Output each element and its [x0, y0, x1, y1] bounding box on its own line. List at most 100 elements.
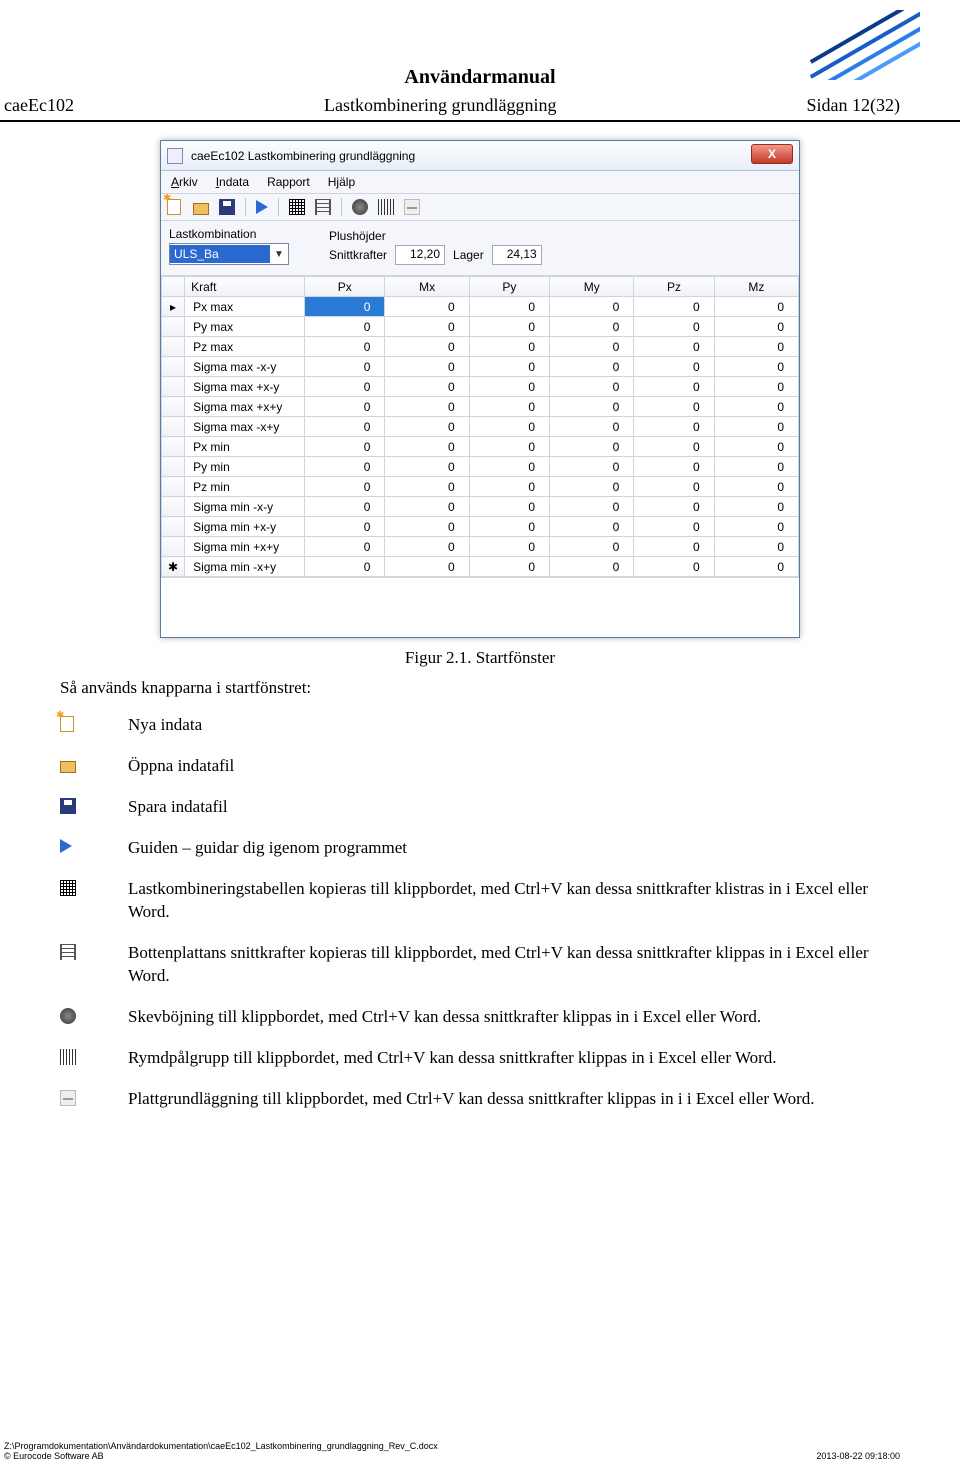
cell-value[interactable]: 0 [634, 397, 714, 417]
cell-value[interactable]: 0 [634, 417, 714, 437]
cell-value[interactable]: 0 [634, 377, 714, 397]
row-name[interactable]: Px max [185, 297, 305, 317]
cell-value[interactable]: 0 [385, 457, 469, 477]
row-name[interactable]: Sigma max +x-y [185, 377, 305, 397]
cell-value[interactable]: 0 [385, 477, 469, 497]
column-header[interactable]: Pz [634, 277, 714, 297]
cell-value[interactable]: 0 [385, 517, 469, 537]
cell-value[interactable]: 0 [550, 457, 634, 477]
cell-value[interactable]: 0 [550, 297, 634, 317]
column-header[interactable]: My [550, 277, 634, 297]
cell-value[interactable]: 0 [305, 337, 385, 357]
cell-value[interactable]: 0 [714, 397, 798, 417]
cell-value[interactable]: 0 [385, 297, 469, 317]
cell-value[interactable]: 0 [469, 397, 549, 417]
cell-value[interactable]: 0 [634, 317, 714, 337]
plate-icon[interactable] [404, 199, 420, 215]
cell-value[interactable]: 0 [634, 497, 714, 517]
data-grid[interactable]: KraftPxMxPyMyPzMz ▸Px max000000Py max000… [161, 276, 799, 577]
cell-value[interactable]: 0 [550, 477, 634, 497]
cell-value[interactable]: 0 [305, 537, 385, 557]
play-icon[interactable] [256, 200, 268, 214]
cell-value[interactable]: 0 [469, 517, 549, 537]
menu-indata[interactable]: Indata [216, 175, 249, 189]
cell-value[interactable]: 0 [714, 517, 798, 537]
cell-value[interactable]: 0 [714, 477, 798, 497]
hatch-icon[interactable] [378, 199, 394, 215]
cell-value[interactable]: 0 [714, 357, 798, 377]
cell-value[interactable]: 0 [714, 417, 798, 437]
cell-value[interactable]: 0 [385, 557, 469, 577]
cell-value[interactable]: 0 [634, 537, 714, 557]
menu-rapport[interactable]: Rapport [267, 175, 310, 189]
cell-value[interactable]: 0 [634, 517, 714, 537]
cell-value[interactable]: 0 [305, 317, 385, 337]
cell-value[interactable]: 0 [714, 457, 798, 477]
cell-value[interactable]: 0 [305, 477, 385, 497]
cell-value[interactable]: 0 [714, 337, 798, 357]
cell-value[interactable]: 0 [550, 517, 634, 537]
cell-value[interactable]: 0 [305, 557, 385, 577]
column-header[interactable]: Mz [714, 277, 798, 297]
cell-value[interactable]: 0 [385, 497, 469, 517]
cell-value[interactable]: 0 [469, 437, 549, 457]
cell-value[interactable]: 0 [385, 417, 469, 437]
cell-value[interactable]: 0 [469, 497, 549, 517]
cell-value[interactable]: 0 [469, 417, 549, 437]
open-icon[interactable] [193, 199, 209, 215]
cell-value[interactable]: 0 [714, 377, 798, 397]
cell-value[interactable]: 0 [385, 397, 469, 417]
lastkomb-combo[interactable]: ULS_Ba ▼ [169, 243, 289, 265]
row-name[interactable]: Sigma min +x+y [185, 537, 305, 557]
menu-hjalp[interactable]: Hjälp [328, 175, 355, 189]
cell-value[interactable]: 0 [634, 337, 714, 357]
cell-value[interactable]: 0 [385, 377, 469, 397]
cell-value[interactable]: 0 [550, 377, 634, 397]
cell-value[interactable]: 0 [550, 537, 634, 557]
cell-value[interactable]: 0 [469, 557, 549, 577]
cell-value[interactable]: 0 [714, 557, 798, 577]
row-name[interactable]: Sigma max -x+y [185, 417, 305, 437]
cell-value[interactable]: 0 [634, 297, 714, 317]
cell-value[interactable]: 0 [714, 537, 798, 557]
cell-value[interactable]: 0 [550, 357, 634, 377]
cell-value[interactable]: 0 [305, 417, 385, 437]
cell-value[interactable]: 0 [714, 437, 798, 457]
column-header[interactable]: Px [305, 277, 385, 297]
cell-value[interactable]: 0 [634, 457, 714, 477]
cell-value[interactable]: 0 [469, 317, 549, 337]
save-icon[interactable] [219, 199, 235, 215]
cell-value[interactable]: 0 [714, 497, 798, 517]
row-name[interactable]: Sigma max +x+y [185, 397, 305, 417]
row-name[interactable]: Pz min [185, 477, 305, 497]
cell-value[interactable]: 0 [714, 317, 798, 337]
cell-value[interactable]: 0 [385, 337, 469, 357]
cell-value[interactable]: 0 [305, 357, 385, 377]
cell-value[interactable]: 0 [385, 537, 469, 557]
cell-value[interactable]: 0 [305, 377, 385, 397]
cell-value[interactable]: 0 [634, 357, 714, 377]
dot-icon[interactable] [352, 199, 368, 215]
row-name[interactable]: Sigma min -x-y [185, 497, 305, 517]
grid-icon[interactable] [289, 199, 305, 215]
cell-value[interactable]: 0 [550, 437, 634, 457]
cell-value[interactable]: 0 [469, 297, 549, 317]
cell-value[interactable]: 0 [714, 297, 798, 317]
cell-value[interactable]: 0 [305, 457, 385, 477]
cell-value[interactable]: 0 [469, 337, 549, 357]
row-name[interactable]: Py max [185, 317, 305, 337]
cell-value[interactable]: 0 [469, 377, 549, 397]
cell-value[interactable]: 0 [550, 337, 634, 357]
cell-value[interactable]: 0 [305, 497, 385, 517]
cell-value[interactable]: 0 [385, 357, 469, 377]
cell-value[interactable]: 0 [634, 477, 714, 497]
column-header[interactable]: Kraft [185, 277, 305, 297]
cell-value[interactable]: 0 [469, 357, 549, 377]
cell-value[interactable]: 0 [550, 317, 634, 337]
cell-value[interactable]: 0 [634, 557, 714, 577]
column-header[interactable]: Py [469, 277, 549, 297]
row-name[interactable]: Sigma max -x-y [185, 357, 305, 377]
row-name[interactable]: Sigma min +x-y [185, 517, 305, 537]
grid2-icon[interactable] [315, 199, 331, 215]
column-header[interactable]: Mx [385, 277, 469, 297]
